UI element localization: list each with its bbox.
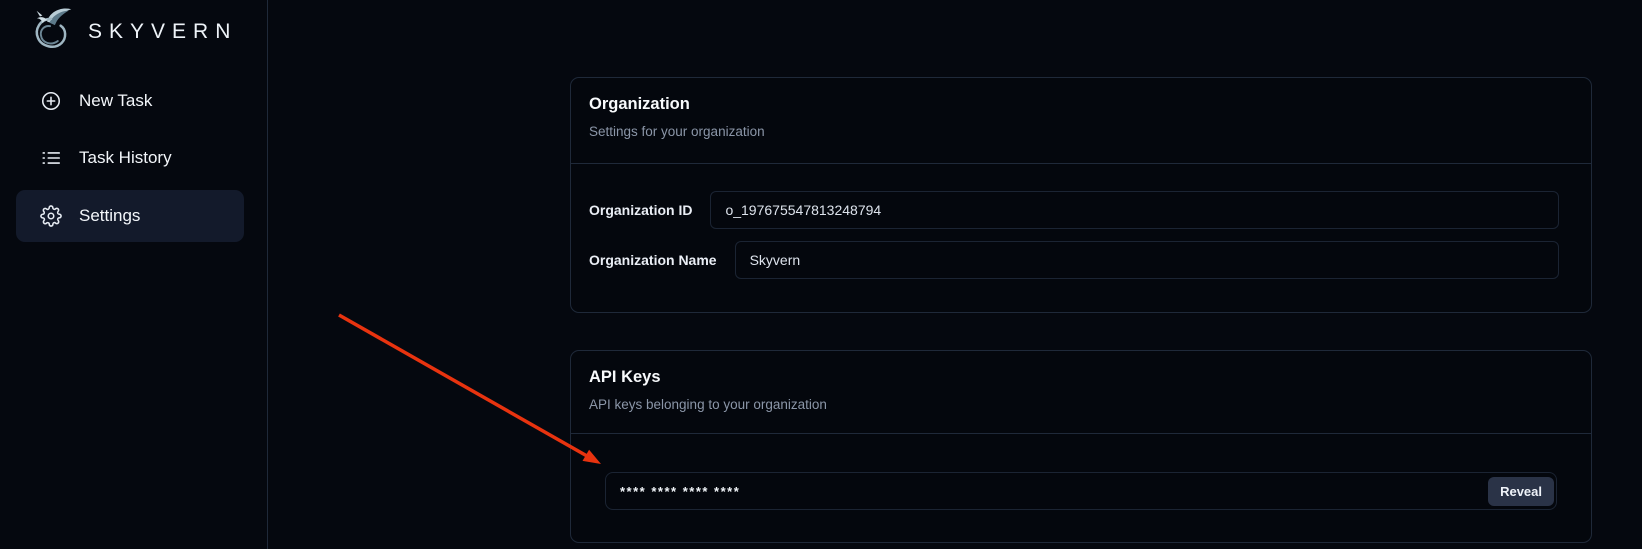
- organization-name-input[interactable]: [735, 241, 1559, 279]
- organization-name-row: Organization Name: [589, 241, 1559, 279]
- sidebar-item-label: New Task: [79, 91, 152, 111]
- plus-circle-icon: [40, 90, 62, 112]
- sidebar-item-label: Settings: [79, 206, 140, 226]
- api-key-row: Reveal: [605, 472, 1557, 510]
- reveal-button[interactable]: Reveal: [1488, 477, 1554, 506]
- organization-id-label: Organization ID: [589, 202, 692, 218]
- sidebar-item-label: Task History: [79, 148, 172, 168]
- sidebar-item-settings[interactable]: Settings: [16, 190, 244, 242]
- logo-wordmark: SKYVERN: [88, 20, 237, 44]
- skyvern-logo[interactable]: SKYVERN: [26, 6, 237, 58]
- annotation-arrow-shaft: [339, 315, 587, 456]
- sidebar-item-new-task[interactable]: New Task: [16, 75, 244, 127]
- organization-card-header: Organization Settings for your organizat…: [571, 78, 1591, 164]
- organization-id-row: Organization ID: [589, 191, 1559, 229]
- card-subtitle: API keys belonging to your organization: [589, 397, 1571, 412]
- organization-card-content: Organization ID Organization Name: [571, 164, 1591, 279]
- api-key-masked-input[interactable]: [606, 474, 1488, 508]
- card-subtitle: Settings for your organization: [589, 124, 1571, 139]
- sidebar: SKYVERN New Task Task History Settings: [0, 0, 268, 549]
- gear-icon: [40, 205, 62, 227]
- api-keys-card-header: API Keys API keys belonging to your orga…: [571, 351, 1591, 434]
- api-keys-card: API Keys API keys belonging to your orga…: [570, 350, 1592, 543]
- list-icon: [40, 147, 62, 169]
- card-title: API Keys: [589, 368, 1571, 387]
- card-title: Organization: [589, 95, 1571, 114]
- organization-name-label: Organization Name: [589, 252, 717, 268]
- organization-id-input[interactable]: [710, 191, 1559, 229]
- organization-card: Organization Settings for your organizat…: [570, 77, 1592, 313]
- dragon-logo-icon: [26, 6, 78, 58]
- sidebar-item-task-history[interactable]: Task History: [16, 132, 244, 184]
